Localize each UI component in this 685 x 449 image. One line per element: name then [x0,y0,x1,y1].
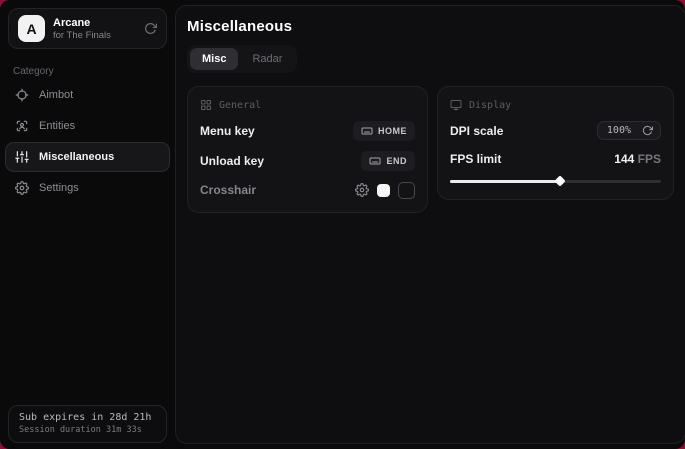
unload-key-bind-button[interactable]: END [361,151,415,171]
brand-title: Arcane [53,17,111,29]
sidebar: A Arcane for The Finals Category Aimbot [0,0,175,449]
sidebar-item-miscellaneous[interactable]: Miscellaneous [5,142,170,172]
tab-bar: Misc Radar [187,45,297,73]
fps-number: 144 [614,152,634,166]
dpi-scale-label: DPI scale [450,124,503,138]
sidebar-item-label: Entities [39,120,75,132]
unload-key-value: END [386,156,407,166]
keyboard-icon [361,125,373,137]
sidebar-item-label: Settings [39,182,79,194]
subscription-info-card: Sub expires in 28d 21h Session duration … [8,405,167,443]
keyboard-icon [369,155,381,167]
sub-expiry-text: Sub expires in 28d 21h [19,412,156,423]
menu-key-row: Menu key HOME [200,121,415,141]
crosshair-color-swatch[interactable] [377,184,390,197]
session-duration-text: Session duration 31m 33s [19,425,156,435]
grid-icon [200,99,212,111]
sidebar-item-label: Aimbot [39,89,73,101]
dpi-reset-icon[interactable] [640,122,660,139]
person-scan-icon [15,119,29,133]
crosshair-checkbox[interactable] [398,182,415,199]
sliders-icon [15,150,29,164]
dpi-scale-value[interactable]: 100% [598,122,640,139]
fps-limit-value: 144 FPS [614,152,661,166]
general-card: General Menu key HOME Unload key [187,86,428,213]
unload-key-row: Unload key END [200,151,415,171]
brand-text: Arcane for The Finals [53,17,111,41]
sidebar-nav: Aimbot Entities Miscellaneous [0,80,175,203]
page-title: Miscellaneous [187,18,674,35]
slider-fill [450,180,560,183]
display-card: Display DPI scale 100% FPS limit [437,86,674,200]
menu-key-bind-button[interactable]: HOME [353,121,415,141]
sidebar-item-settings[interactable]: Settings [5,173,170,203]
dpi-scale-row: DPI scale 100% [450,121,661,140]
general-card-header: General [200,99,415,111]
monitor-icon [450,99,462,111]
menu-key-label: Menu key [200,124,255,138]
tab-misc[interactable]: Misc [190,48,238,70]
main-panel: Miscellaneous Misc Radar General Menu ke… [175,5,685,444]
category-label: Category [13,66,175,77]
crosshair-settings-gear-icon[interactable] [355,183,369,197]
app-window: A Arcane for The Finals Category Aimbot [0,0,685,449]
fps-unit: FPS [638,152,661,166]
general-card-title: General [219,100,261,111]
brand-subtitle: for The Finals [53,30,111,41]
crosshair-row: Crosshair [200,181,415,199]
sidebar-item-aimbot[interactable]: Aimbot [5,80,170,110]
brand-card: A Arcane for The Finals [8,8,167,49]
backdrop: A Arcane for The Finals Category Aimbot [0,0,685,449]
crosshair-icon [15,88,29,102]
refresh-icon[interactable] [144,22,157,35]
fps-limit-slider[interactable] [450,176,661,186]
crosshair-controls [355,182,415,199]
display-card-header: Display [450,99,661,111]
dpi-scale-control: 100% [597,121,661,140]
tab-radar[interactable]: Radar [240,48,294,70]
fps-limit-label: FPS limit [450,152,501,166]
app-logo: A [18,15,45,42]
fps-limit-row: FPS limit 144 FPS [450,150,661,168]
gear-icon [15,181,29,195]
display-card-title: Display [469,100,511,111]
sidebar-item-label: Miscellaneous [39,151,114,163]
sidebar-item-entities[interactable]: Entities [5,111,170,141]
cards-row: General Menu key HOME Unload key [187,86,674,213]
menu-key-value: HOME [378,126,407,136]
unload-key-label: Unload key [200,154,264,168]
crosshair-label: Crosshair [200,183,256,197]
slider-handle[interactable] [554,175,565,186]
